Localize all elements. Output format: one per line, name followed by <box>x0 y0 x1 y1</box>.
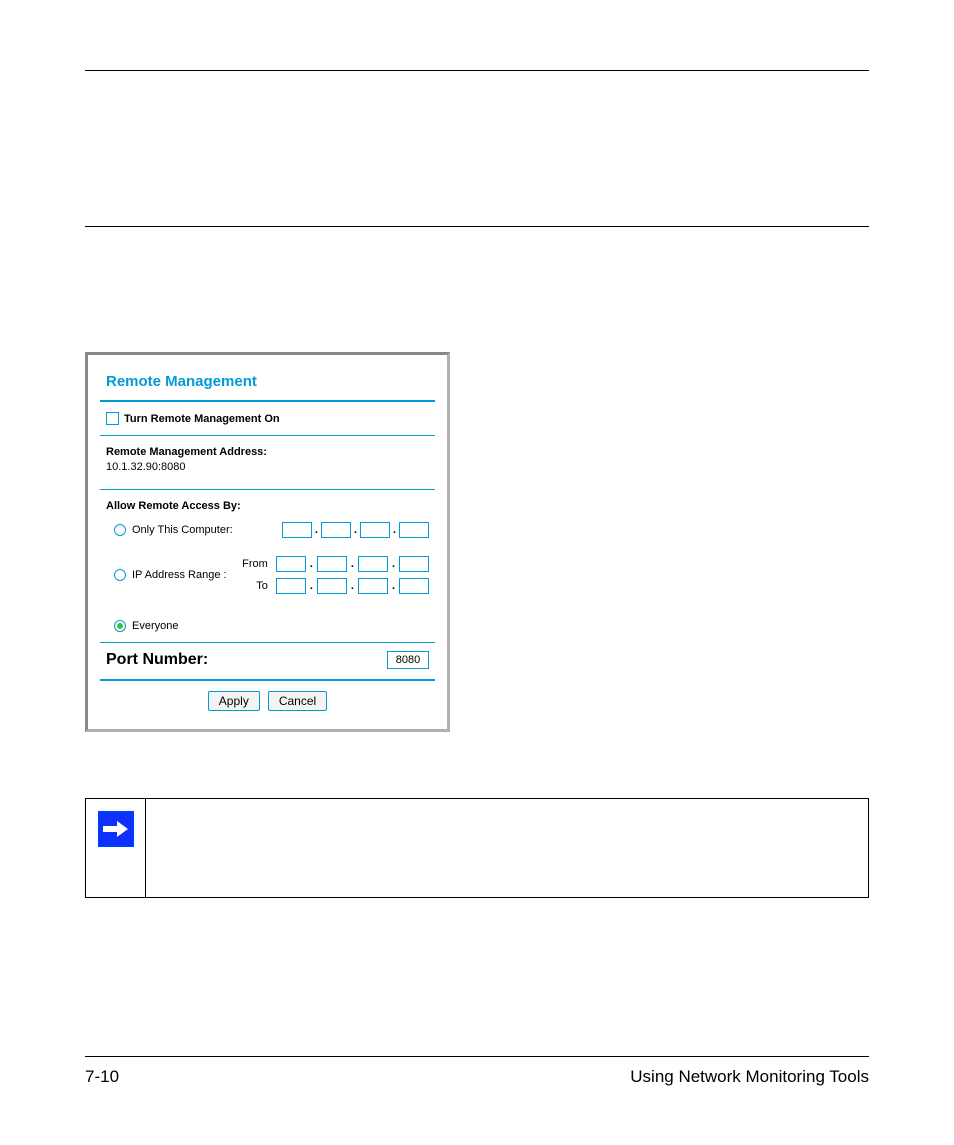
second-rule <box>85 226 869 227</box>
range-label: IP Address Range : <box>132 569 227 581</box>
note-icon-cell <box>86 799 146 897</box>
ip-octet-input[interactable] <box>317 578 347 594</box>
address-label: Remote Management Address: <box>106 446 429 458</box>
only-this-label: Only This Computer: <box>132 524 233 536</box>
radio-ip-range[interactable] <box>114 569 126 581</box>
ip-octet-input[interactable] <box>399 556 429 572</box>
note-box <box>85 798 869 898</box>
ip-octet-input[interactable] <box>317 556 347 572</box>
allow-label: Allow Remote Access By: <box>106 500 429 512</box>
to-label: To <box>232 580 268 592</box>
turn-on-checkbox[interactable] <box>106 412 119 425</box>
ip-octet-input[interactable] <box>358 578 388 594</box>
note-body <box>146 799 868 897</box>
radio-only-this[interactable] <box>114 524 126 536</box>
ip-octet-input[interactable] <box>276 578 306 594</box>
only-this-ip-group: . . . <box>282 522 429 538</box>
everyone-label: Everyone <box>132 620 178 632</box>
top-rule <box>85 70 869 71</box>
panel-title: Remote Management <box>100 365 435 400</box>
turn-on-label: Turn Remote Management On <box>124 413 280 425</box>
cancel-button[interactable]: Cancel <box>268 691 327 711</box>
port-label: Port Number: <box>106 651 208 669</box>
section-title: Using Network Monitoring Tools <box>630 1067 869 1087</box>
ip-octet-input[interactable] <box>399 522 429 538</box>
page-footer: 7-10 Using Network Monitoring Tools <box>85 1056 869 1087</box>
port-input[interactable]: 8080 <box>387 651 429 669</box>
from-label: From <box>232 558 268 570</box>
ip-octet-input[interactable] <box>360 522 390 538</box>
address-value: 10.1.32.90:8080 <box>106 461 429 473</box>
ip-octet-input[interactable] <box>321 522 351 538</box>
ip-octet-input[interactable] <box>276 556 306 572</box>
ip-octet-input[interactable] <box>358 556 388 572</box>
remote-management-panel: Remote Management Turn Remote Management… <box>85 352 450 732</box>
arrow-right-icon <box>98 811 134 847</box>
ip-octet-input[interactable] <box>282 522 312 538</box>
footer-rule <box>85 1056 869 1057</box>
apply-button[interactable]: Apply <box>208 691 260 711</box>
ip-octet-input[interactable] <box>399 578 429 594</box>
radio-everyone[interactable] <box>114 620 126 632</box>
page-number: 7-10 <box>85 1067 119 1087</box>
